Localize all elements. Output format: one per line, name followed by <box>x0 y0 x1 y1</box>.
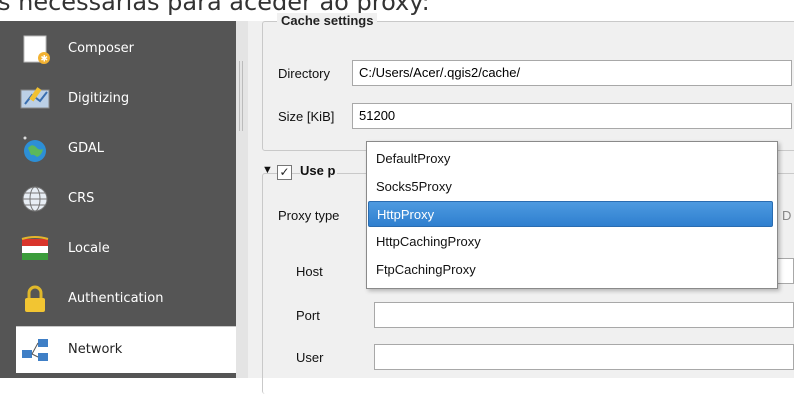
cache-directory-field[interactable]: C:/Users/Acer/.qgis2/cache/ <box>352 60 792 86</box>
sidebar-item-label: Network <box>68 342 123 357</box>
proxy-option-http[interactable]: HttpProxy <box>368 201 773 227</box>
sidebar-item-label: Locale <box>68 241 110 256</box>
use-proxy-label: Use p <box>300 163 338 178</box>
gdal-icon <box>20 134 50 164</box>
sidebar-item-label: CRS <box>68 191 95 206</box>
composer-icon: ✱ <box>20 34 50 65</box>
crs-icon <box>20 184 50 214</box>
host-label: Host <box>296 264 323 279</box>
sidebar-item-crs[interactable]: CRS <box>16 176 236 222</box>
splitter-grip[interactable] <box>239 61 245 131</box>
sidebar-item-composer[interactable]: ✱ Composer <box>16 26 236 72</box>
sidebar-item-locale[interactable]: Locale <box>16 226 236 272</box>
sidebar-item-label: GDAL <box>68 141 104 156</box>
proxy-option-default[interactable]: DefaultProxy <box>368 146 773 172</box>
locale-icon <box>20 234 50 264</box>
lock-icon <box>20 284 50 314</box>
user-label: User <box>296 350 324 365</box>
svg-text:✱: ✱ <box>41 55 49 65</box>
sidebar-item-label: Digitizing <box>68 91 130 106</box>
cache-settings-group: Cache settings <box>262 13 794 151</box>
use-proxy-checkbox[interactable]: ✓ <box>277 165 292 180</box>
port-field[interactable] <box>374 302 794 328</box>
sidebar-item-digitizing[interactable]: Digitizing <box>16 76 236 122</box>
proxy-option-http-caching[interactable]: HttpCachingProxy <box>368 229 773 255</box>
port-label: Port <box>296 308 320 323</box>
proxy-option-ftp-caching[interactable]: FtpCachingProxy <box>368 257 773 283</box>
network-icon <box>20 335 50 365</box>
proxy-type-label: Proxy type <box>278 208 340 223</box>
user-field[interactable] <box>374 344 794 370</box>
sidebar-item-network[interactable]: Network <box>16 326 236 373</box>
cache-size-field[interactable]: 51200 <box>352 103 792 129</box>
sidebar-item-label: Authentication <box>68 291 164 306</box>
proxy-option-socks5[interactable]: Socks5Proxy <box>368 174 773 200</box>
proxy-type-dropdown: DefaultProxy Socks5Proxy HttpProxy HttpC… <box>366 141 778 289</box>
proxy-cut-text: D <box>782 208 792 223</box>
collapse-arrow-icon[interactable]: ▼ <box>262 164 273 176</box>
digitizing-icon <box>20 84 50 114</box>
sidebar-item-gdal[interactable]: GDAL <box>16 126 236 172</box>
sidebar-item-label: Composer <box>68 41 135 56</box>
cache-settings-title: Cache settings <box>277 13 378 28</box>
sidebar-item-authentication[interactable]: Authentication <box>16 276 236 322</box>
panel-splitter[interactable] <box>236 21 248 378</box>
options-sidebar: ✱ Composer Digitizing GDAL CRS Locale Au… <box>0 21 236 378</box>
cache-size-label: Size [KiB] <box>278 109 335 124</box>
directory-label: Directory <box>278 66 331 81</box>
